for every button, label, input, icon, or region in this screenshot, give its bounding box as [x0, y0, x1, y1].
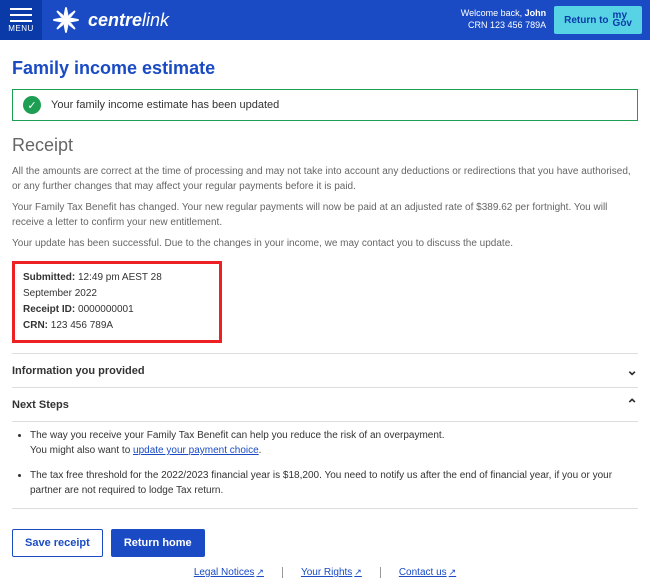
main-content: Family income estimate ✓ Your family inc…: [0, 40, 650, 588]
list-item: The way you receive your Family Tax Bene…: [30, 428, 638, 458]
divider: [12, 508, 638, 509]
return-mygov-button[interactable]: Return to my Gov: [554, 6, 642, 34]
return-home-button[interactable]: Return home: [111, 529, 205, 557]
welcome-text: Welcome back, John CRN 123 456 789A: [461, 8, 546, 31]
hamburger-icon: [10, 8, 32, 22]
receipt-para-1: All the amounts are correct at the time …: [12, 164, 638, 194]
receipt-para-3: Your update has been successful. Due to …: [12, 236, 638, 251]
chevron-down-icon: ⌄: [626, 362, 638, 379]
accordion-title: Next Steps: [12, 399, 69, 411]
external-link-icon: ↗: [449, 567, 457, 577]
page-title: Family income estimate: [12, 58, 638, 79]
save-receipt-button[interactable]: Save receipt: [12, 529, 103, 557]
accordion-title: Information you provided: [12, 365, 145, 377]
update-payment-choice-link[interactable]: update your payment choice: [133, 445, 259, 456]
button-row: Save receipt Return home: [12, 529, 638, 557]
star-icon: [52, 6, 80, 34]
menu-label: MENU: [8, 24, 34, 33]
external-link-icon: ↗: [256, 567, 264, 577]
mygov-logo: my Gov: [613, 12, 632, 28]
legal-notices-link[interactable]: Legal Notices↗: [176, 567, 283, 578]
brand-text: centrelink: [88, 10, 169, 31]
success-message: Your family income estimate has been upd…: [51, 99, 279, 111]
app-header: MENU centrelink Welcome back, John CRN 1…: [0, 0, 650, 40]
footer-links: Legal Notices↗ Your Rights↗ Contact us↗: [12, 567, 638, 578]
accordion-information-provided[interactable]: Information you provided ⌄: [12, 353, 638, 388]
chevron-up-icon: ⌃: [626, 396, 638, 413]
header-right: Welcome back, John CRN 123 456 789A Retu…: [461, 6, 650, 34]
menu-button[interactable]: MENU: [0, 0, 42, 40]
check-icon: ✓: [23, 96, 41, 114]
success-alert: ✓ Your family income estimate has been u…: [12, 89, 638, 121]
list-item: The tax free threshold for the 2022/2023…: [30, 468, 638, 498]
your-rights-link[interactable]: Your Rights↗: [283, 567, 381, 578]
accordion-next-steps[interactable]: Next Steps ⌃: [12, 388, 638, 422]
contact-us-link[interactable]: Contact us↗: [381, 567, 474, 578]
receipt-heading: Receipt: [12, 135, 638, 156]
next-steps-list: The way you receive your Family Tax Bene…: [12, 428, 638, 498]
brand-logo: centrelink: [52, 6, 169, 34]
external-link-icon: ↗: [354, 567, 362, 577]
receipt-details-box: Submitted: 12:49 pm AEST 28 September 20…: [12, 261, 222, 343]
receipt-para-2: Your Family Tax Benefit has changed. You…: [12, 200, 638, 230]
